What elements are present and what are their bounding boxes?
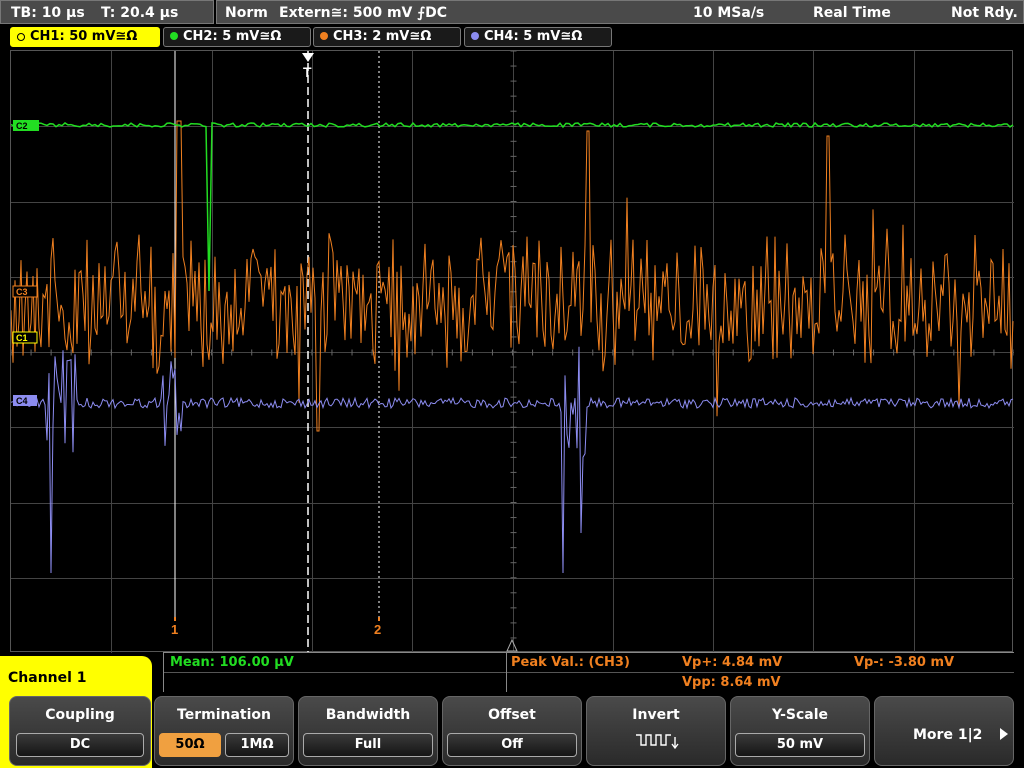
yscale-softkey[interactable]: Y-Scale 50 mV <box>730 696 870 766</box>
vpp-measurement: Vpp: 8.64 mV <box>682 675 781 690</box>
waveform-display[interactable]: 1 2 T C2 C3 C1 C4 <box>10 50 1014 653</box>
offset-title: Offset <box>488 707 536 723</box>
trigger-source: Extern≅: 500 mV ⨍DC <box>279 5 448 21</box>
channel-tab-ch2[interactable]: CH2: 5 mV≅Ω <box>163 27 311 47</box>
ch3-level-marker: C3 <box>12 285 38 298</box>
termination-50ohm-option[interactable]: 50Ω <box>159 733 221 757</box>
coupling-value[interactable]: DC <box>16 733 144 757</box>
trigger-time-readout: T: 20.4 µs <box>101 5 179 21</box>
ch3-indicator-icon <box>320 32 328 40</box>
channel-tab-label: CH3: 2 mV≅Ω <box>333 29 432 44</box>
ch1-indicator-icon <box>17 33 25 41</box>
trigger-status-box[interactable]: Norm Extern≅: 500 mV ⨍DC 10 MSa/s Real T… <box>216 0 1024 24</box>
yscale-title: Y-Scale <box>771 707 828 723</box>
mean-measurement: Mean: 106.00 µV <box>170 655 294 670</box>
more-label: More 1|2 <box>913 727 983 743</box>
bandwidth-softkey[interactable]: Bandwidth Full <box>298 696 438 766</box>
ch3-waveform <box>11 120 1014 432</box>
ch4-marker-label: C4 <box>16 396 28 406</box>
next-page-icon <box>1000 728 1008 740</box>
ch2-waveform <box>11 121 1014 292</box>
offset-softkey[interactable]: Offset Off <box>442 696 582 766</box>
vp-minus-measurement: Vp-: -3.80 mV <box>854 655 955 670</box>
cursor-1-label: 1 <box>171 622 178 637</box>
termination-1mohm-option[interactable]: 1MΩ <box>225 733 289 757</box>
timebase-readout: TB: 10 µs <box>11 5 85 21</box>
vp-plus-measurement: Vp+: 4.84 mV <box>682 655 783 670</box>
offset-value[interactable]: Off <box>447 733 577 757</box>
ch4-indicator-icon <box>471 32 479 40</box>
menu-title: Channel 1 <box>0 656 152 696</box>
acquisition-status: Not Rdy. <box>951 5 1018 21</box>
yscale-value[interactable]: 50 mV <box>735 733 865 757</box>
channel-tab-label: CH4: 5 mV≅Ω <box>484 29 583 44</box>
ch2-indicator-icon <box>170 32 178 40</box>
graticule-grid <box>11 51 1014 653</box>
bandwidth-title: Bandwidth <box>325 707 411 723</box>
peak-measurement-label: Peak Val.: (CH3) <box>511 655 630 670</box>
termination-title: Termination <box>177 707 271 723</box>
horizontal-position-icon <box>506 638 518 652</box>
softkey-bar: Coupling DC Termination 50Ω 1MΩ Bandwidt… <box>0 692 1024 768</box>
ch3-marker-label: C3 <box>16 287 28 297</box>
ch2-level-marker: C2 <box>13 120 39 131</box>
ch1-level-marker: C1 <box>12 331 38 344</box>
status-bar: TB: 10 µs T: 20.4 µs Norm Extern≅: 500 m… <box>0 0 1024 24</box>
invert-softkey[interactable]: Invert <box>586 696 726 766</box>
bandwidth-value[interactable]: Full <box>303 733 433 757</box>
channel-tab-ch1[interactable]: CH1: 50 mV≅Ω <box>10 27 160 47</box>
ch1-marker-label: C1 <box>16 333 28 343</box>
horizontal-settings-box[interactable]: TB: 10 µs T: 20.4 µs <box>0 0 214 24</box>
channel-tab-ch3[interactable]: CH3: 2 mV≅Ω <box>313 27 461 47</box>
acquisition-mode: Real Time <box>813 5 891 21</box>
measurement-panel[interactable]: Mean: 106.00 µV Peak Val.: (CH3) Vp+: 4.… <box>163 652 1014 692</box>
waveform-canvas: 1 2 T C2 C3 C1 C4 <box>11 51 1014 653</box>
channel-tab-ch4[interactable]: CH4: 5 mV≅Ω <box>464 27 612 47</box>
ch4-level-marker: C4 <box>13 395 37 406</box>
more-softkey[interactable]: More 1|2 <box>874 696 1014 766</box>
trigger-mode: Norm <box>225 5 268 21</box>
channel-tab-label: CH2: 5 mV≅Ω <box>183 29 282 44</box>
termination-softkey[interactable]: Termination 50Ω 1MΩ <box>154 696 294 766</box>
sample-rate: 10 MSa/s <box>693 5 765 21</box>
trigger-position-label: T <box>303 64 312 80</box>
invert-waveform-icon <box>636 734 679 750</box>
invert-title: Invert <box>632 707 680 723</box>
coupling-title: Coupling <box>45 707 115 723</box>
ch4-waveform <box>11 346 1014 574</box>
coupling-softkey[interactable]: Coupling DC <box>9 696 151 766</box>
channel-tab-label: CH1: 50 mV≅Ω <box>30 29 138 44</box>
cursor-2-label: 2 <box>374 622 381 637</box>
ch2-marker-label: C2 <box>16 121 28 131</box>
